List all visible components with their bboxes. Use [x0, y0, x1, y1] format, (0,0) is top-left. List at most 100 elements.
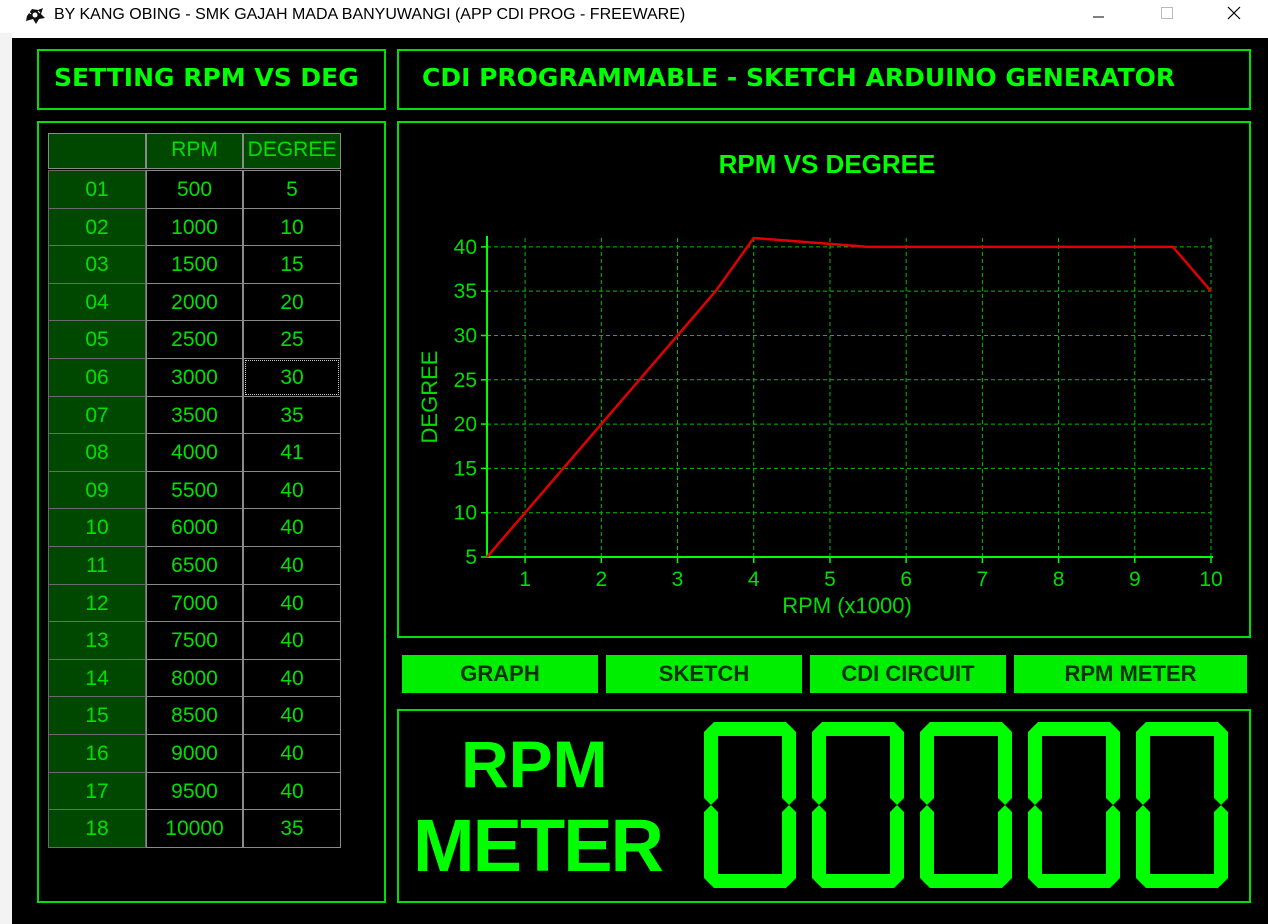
table-row-number: 18	[48, 809, 146, 848]
tab-sketch[interactable]: SKETCH	[606, 655, 802, 693]
digit-segment	[812, 805, 826, 885]
tab-rpm-meter[interactable]: RPM METER	[1014, 655, 1247, 693]
left-header-title: SETTING RPM VS DEG	[54, 63, 359, 92]
table-row-number: 07	[48, 395, 146, 435]
rpm-cell[interactable]: 8500	[146, 696, 243, 735]
chart-x-axis-label: RPM (x1000)	[782, 593, 912, 618]
chart-y-axis-label: DEGREE	[417, 351, 442, 444]
digit-segment	[704, 725, 718, 805]
digit-segment	[1106, 805, 1120, 885]
rpm-cell[interactable]: 3000	[146, 358, 243, 397]
rpm-digit	[812, 722, 904, 888]
table-row-number: 15	[48, 696, 146, 735]
y-tick-label: 35	[454, 280, 477, 303]
right-header-title: CDI PROGRAMMABLE - SKETCH ARDUINO GENERA…	[422, 63, 1176, 92]
degree-cell[interactable]: 30	[243, 358, 341, 397]
x-tick-label: 3	[672, 568, 684, 591]
rpm-digit	[920, 722, 1012, 888]
rpm-cell[interactable]: 2500	[146, 320, 243, 359]
y-tick-label: 5	[465, 546, 477, 569]
x-tick-label: 8	[1053, 568, 1065, 591]
table-row-number: 11	[48, 546, 146, 585]
right-header-panel: CDI PROGRAMMABLE - SKETCH ARDUINO GENERA…	[397, 49, 1251, 110]
degree-cell[interactable]: 20	[243, 282, 341, 322]
digit-segment	[1214, 805, 1228, 885]
digit-segment	[998, 725, 1012, 805]
degree-cell[interactable]: 40	[243, 771, 341, 811]
tab-cdi-circuit[interactable]: CDI CIRCUIT	[810, 655, 1006, 693]
rpm-cell[interactable]: 500	[146, 170, 243, 209]
x-tick-label: 5	[824, 568, 836, 591]
table-row-number: 04	[48, 282, 146, 322]
digit-segment	[890, 805, 904, 885]
degree-cell[interactable]: 40	[243, 734, 341, 773]
digit-segment	[923, 722, 1009, 736]
degree-cell[interactable]: 25	[243, 320, 341, 359]
y-tick-label: 20	[454, 413, 477, 436]
rpm-cell[interactable]: 2000	[146, 282, 243, 322]
x-tick-label: 1	[519, 568, 531, 591]
degree-cell[interactable]: 40	[243, 696, 341, 735]
rpm-digit	[704, 722, 796, 888]
digit-segment	[1031, 874, 1117, 888]
degree-cell[interactable]: 41	[243, 433, 341, 472]
digit-segment	[1139, 722, 1225, 736]
degree-cell[interactable]: 40	[243, 508, 341, 547]
series-line	[486, 236, 1212, 558]
rpm-cell[interactable]: 6000	[146, 508, 243, 547]
table-row-number: 09	[48, 470, 146, 510]
y-tick-label: 10	[454, 502, 477, 525]
rpm-meter-label-line1: RPM	[461, 727, 608, 801]
digit-segment	[890, 725, 904, 805]
rpm-meter-label-line2: METER	[413, 804, 664, 887]
degree-cell[interactable]: 35	[243, 809, 341, 848]
digit-segment	[1028, 725, 1042, 805]
rpm-cell[interactable]: 9500	[146, 771, 243, 811]
x-tick-label: 4	[748, 568, 760, 591]
digit-segment	[1139, 874, 1225, 888]
rpm-cell[interactable]: 1500	[146, 245, 243, 284]
rpm-cell[interactable]: 9000	[146, 734, 243, 773]
rpm-cell[interactable]: 5500	[146, 470, 243, 510]
table-row-number: 05	[48, 320, 146, 359]
degree-cell[interactable]: 40	[243, 658, 341, 698]
rpm-cell[interactable]: 4000	[146, 433, 243, 472]
digit-segment	[815, 722, 901, 736]
rpm-cell[interactable]: 7500	[146, 621, 243, 660]
degree-cell[interactable]: 15	[243, 245, 341, 284]
close-button[interactable]	[1200, 0, 1268, 33]
degree-cell[interactable]: 40	[243, 470, 341, 510]
digit-segment	[1106, 725, 1120, 805]
degree-cell[interactable]: 40	[243, 621, 341, 660]
digit-segment	[998, 805, 1012, 885]
digit-segment	[812, 725, 826, 805]
rpm-cell[interactable]: 8000	[146, 658, 243, 698]
degree-cell[interactable]: 35	[243, 395, 341, 435]
table-row-number: 17	[48, 771, 146, 811]
digit-segment	[1136, 805, 1150, 885]
tab-graph[interactable]: GRAPH	[402, 655, 598, 693]
digit-segment	[920, 725, 934, 805]
maximize-button[interactable]	[1132, 0, 1200, 33]
digit-segment	[704, 805, 718, 885]
table-row-number: 03	[48, 245, 146, 284]
left-header-panel: SETTING RPM VS DEG	[37, 49, 386, 110]
table-row-number: 10	[48, 508, 146, 547]
rpm-degree-chart: RPM VS DEGREE 1 2 3 4 5 6 7 8 9 10 5 10 15 20 25 30 35 40…	[417, 149, 1223, 618]
digit-segment	[923, 874, 1009, 888]
digit-segment	[1214, 725, 1228, 805]
rpm-cell[interactable]: 1000	[146, 207, 243, 247]
table-row-number: 16	[48, 734, 146, 773]
rpm-cell[interactable]: 10000	[146, 809, 243, 848]
rpm-cell[interactable]: 6500	[146, 546, 243, 585]
rpm-cell[interactable]: 7000	[146, 583, 243, 623]
rpm-cell[interactable]: 3500	[146, 395, 243, 435]
degree-cell[interactable]: 40	[243, 546, 341, 585]
digit-segment	[815, 874, 901, 888]
degree-cell[interactable]: 10	[243, 207, 341, 247]
digit-segment	[707, 874, 793, 888]
degree-cell[interactable]: 5	[243, 170, 341, 209]
table-header-rpm: RPM	[146, 133, 243, 169]
degree-cell[interactable]: 40	[243, 583, 341, 623]
minimize-button[interactable]	[1064, 0, 1132, 33]
